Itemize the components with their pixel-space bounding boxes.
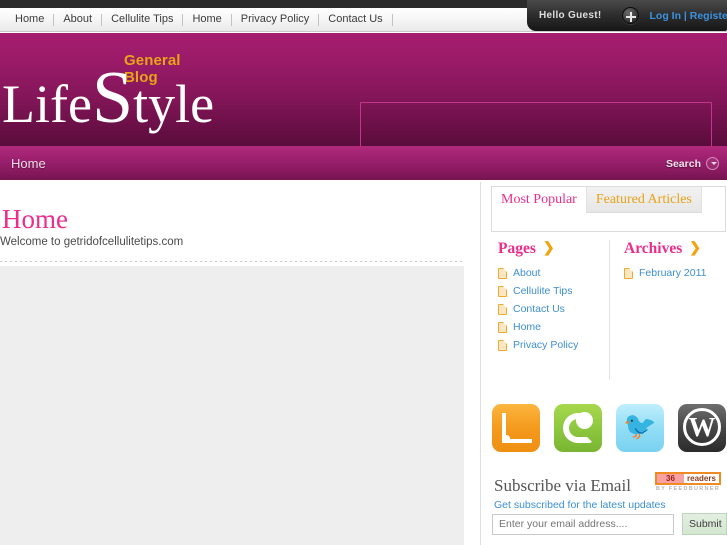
archives-list: February 2011 [624,267,727,279]
widget-archives-heading-text: Archives [624,240,683,257]
subscribe-link[interactable]: Get subscribed for the latest updates [494,499,666,511]
rss-icon[interactable] [492,404,540,452]
widget-archives: Archives ❯ February 2011 [609,240,727,380]
list-item[interactable]: Contact Us [491,303,609,315]
feedburner-badge[interactable]: 36 readers BY FEEDBURNER [655,472,721,492]
header-banner-placeholder[interactable] [360,102,712,146]
widget-archives-heading: Archives ❯ [624,240,727,258]
subscribe-form: Submit [492,513,727,535]
page-title: Home [2,204,68,235]
list-item[interactable]: Cellulite Tips [491,285,609,297]
feedburner-readers-label: readers [687,474,716,483]
feedburner-badge-top: 36 readers [655,472,721,485]
email-field[interactable] [492,513,674,535]
twitter-icon[interactable]: 🐦 [616,404,664,452]
chevron-down-circle-icon [706,157,719,170]
user-session-bar: Hello Guest! Log In | Register [527,0,727,31]
list-item[interactable]: February 2011 [624,267,727,279]
page-icon [498,321,507,333]
pages-list: About Cellulite Tips Contact Us Home Pri… [491,267,609,351]
logo-wordmark: LifeStyle [2,61,214,135]
topnav-item-cellulite-tips[interactable]: Cellulite Tips [102,8,182,31]
technorati-icon[interactable] [554,404,602,452]
feedburner-byline: BY FEEDBURNER [655,486,721,492]
welcome-text: Welcome to getridofcellulitetips.com [0,236,184,248]
chevron-right-icon: ❯ [542,241,555,256]
primary-menu-bar: Home Search [0,146,727,181]
page-icon [624,267,633,279]
logo-text-s: S [91,57,134,139]
logo-text-tyle: tyle [133,74,215,134]
submit-button[interactable]: Submit [682,513,727,535]
search-label: Search [665,157,701,170]
menu-item-home[interactable]: Home [11,156,46,171]
sidebar-widgets: Pages ❯ About Cellulite Tips Contact Us … [491,240,727,380]
body-area: Home Welcome to getridofcellulitetips.co… [0,182,727,545]
page-link-privacy-policy[interactable]: Privacy Policy [513,339,578,351]
sidebar: Most Popular Featured Articles Pages ❯ A… [487,182,727,545]
greeting-text: Hello Guest! [539,10,602,21]
topnav-item-about[interactable]: About [54,8,101,31]
page-icon [498,285,507,297]
social-icon-row: 🐦 W [492,404,726,452]
technorati-dot [576,412,593,429]
page-root: Home About Cellulite Tips Home Privacy P… [0,0,727,545]
twitter-bird-glyph: 🐦 [623,411,657,441]
page-link-cellulite-tips[interactable]: Cellulite Tips [513,285,573,297]
page-icon [498,339,507,351]
search-toggle[interactable]: Search [666,157,719,170]
login-register-link[interactable]: Log In | Register [650,10,727,22]
topnav-separator [391,13,393,26]
list-item[interactable]: Privacy Policy [491,339,609,351]
page-link-home[interactable]: Home [513,321,541,333]
page-icon [498,303,507,315]
page-link-contact-us[interactable]: Contact Us [513,303,565,315]
content-panel [0,266,464,545]
feedburner-count: 36 [657,474,684,483]
logo-text-life: Life [2,74,92,134]
rss-dot [503,435,510,442]
tab-featured-articles[interactable]: Featured Articles [585,187,702,213]
wordpress-glyph: W [683,408,721,446]
chevron-right-icon: ❯ [689,241,701,256]
topnav-item-home-1[interactable]: Home [6,8,53,31]
topnav-item-contact-us[interactable]: Contact Us [319,8,391,31]
widget-pages-heading-text: Pages [498,240,536,257]
content-divider [0,261,464,262]
list-item[interactable]: Home [491,321,609,333]
plus-circle-icon[interactable] [621,7,639,24]
topnav-item-privacy-policy[interactable]: Privacy Policy [232,8,318,31]
widget-pages: Pages ❯ About Cellulite Tips Contact Us … [491,240,609,380]
column-divider [480,182,481,545]
main-content-column: Home Welcome to getridofcellulitetips.co… [0,182,480,545]
topnav-item-home-2[interactable]: Home [183,8,230,31]
sidebar-tab-row: Most Popular Featured Articles [492,187,725,213]
subscribe-title: Subscribe via Email [494,476,631,495]
sidebar-tab-panel [492,213,725,231]
page-icon [498,267,507,279]
wordpress-icon[interactable]: W [678,404,726,452]
page-link-about[interactable]: About [513,267,540,279]
archive-link-february-2011[interactable]: February 2011 [639,267,707,279]
site-masthead: General Blog LifeStyle [0,33,727,146]
sidebar-tabs: Most Popular Featured Articles [491,186,726,232]
list-item[interactable]: About [491,267,609,279]
tab-most-popular[interactable]: Most Popular [492,187,586,213]
widget-pages-heading: Pages ❯ [498,240,609,258]
